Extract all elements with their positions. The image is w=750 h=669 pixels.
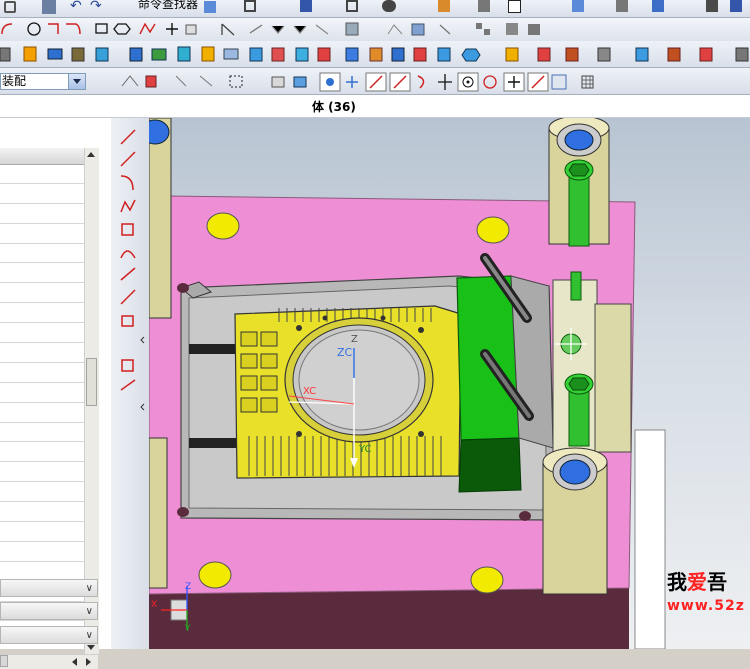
navigator-row[interactable] (0, 283, 84, 304)
assembly-navigator: ∨ ∨ ∨ (0, 118, 112, 669)
navigator-row[interactable] (0, 482, 84, 503)
chevron-down-icon[interactable]: ∨ (86, 583, 93, 594)
line-tool-icon[interactable] (120, 126, 138, 144)
navigator-row[interactable] (0, 244, 84, 264)
navigator-horizontal-scrollbar[interactable] (0, 654, 98, 669)
graphics-viewport[interactable]: ZC Z XC YC X Y Z (149, 118, 750, 649)
watermark-logo: 我爱吾 (667, 566, 727, 595)
triad-x-label: X (151, 600, 158, 610)
chevron-down-icon[interactable]: ∨ (86, 606, 93, 617)
navigator-row[interactable] (0, 462, 84, 483)
navigator-row[interactable] (0, 343, 84, 363)
wcs-z-label: Z (351, 334, 358, 345)
watermark-text-b: 爱 (687, 570, 707, 594)
vertical-curve-toolbar (111, 118, 150, 649)
navigator-row[interactable] (0, 303, 84, 324)
style-icon[interactable] (478, 0, 490, 12)
snap-icon[interactable] (244, 0, 256, 12)
spline-icon[interactable] (120, 196, 138, 214)
offset-curve-icon[interactable] (120, 266, 138, 284)
navigator-row[interactable] (0, 423, 84, 443)
chevron-down-icon[interactable]: ∨ (86, 630, 93, 641)
navigator-section-bar-1[interactable]: ∨ (0, 579, 98, 597)
fillet-icon[interactable] (120, 244, 138, 262)
navigator-row[interactable] (0, 502, 84, 523)
table-icon[interactable] (616, 0, 628, 12)
toolbar-row-selection: 装配 (0, 68, 750, 95)
navigator-row[interactable] (0, 323, 84, 344)
scroll-right-icon[interactable] (86, 658, 91, 666)
bridge-curve-icon[interactable] (120, 312, 138, 330)
triad-z-label: Z (185, 582, 192, 592)
analysis-icon[interactable] (652, 0, 664, 12)
toolbar-row-curve (0, 18, 750, 42)
wcs-zc-label: ZC (337, 346, 353, 359)
navigator-row[interactable] (0, 522, 84, 542)
navigator-row[interactable] (0, 363, 84, 383)
line-icon[interactable] (120, 148, 138, 166)
navigator-row[interactable] (0, 164, 84, 184)
measure-icon[interactable] (706, 0, 718, 12)
watermark-text-c: 吾 (707, 570, 727, 594)
info-icon[interactable] (730, 0, 742, 12)
orient-icon[interactable] (438, 0, 450, 12)
graphics-window-titlebar: 体 (36) (0, 95, 750, 118)
navigator-row[interactable] (0, 442, 84, 463)
extract-curve-icon[interactable] (120, 356, 138, 374)
navigator-row[interactable] (0, 263, 84, 284)
scroll-left-icon[interactable] (72, 658, 77, 666)
navigator-scroll-thumb[interactable] (86, 358, 97, 406)
scroll-up-icon[interactable] (87, 152, 95, 157)
wcs-yc-label: YC (359, 444, 372, 455)
navigator-section-bar-2[interactable]: ∨ (0, 602, 98, 620)
render-icon[interactable] (382, 0, 396, 12)
rectangle-icon[interactable] (120, 220, 138, 238)
navigator-hscroll-thumb[interactable] (0, 655, 8, 667)
scroll-down-icon[interactable] (87, 645, 95, 650)
navigator-row[interactable] (0, 204, 84, 224)
watermark-text-a: 我 (667, 570, 687, 594)
layer-icon[interactable] (300, 0, 312, 12)
redo-icon[interactable]: ↷ (90, 0, 106, 16)
project-curve-icon[interactable] (120, 288, 138, 306)
select-icon[interactable] (204, 1, 216, 13)
navigator-row[interactable] (0, 403, 84, 423)
intersect-curve-icon[interactable] (120, 378, 138, 396)
wcs-icon[interactable] (572, 0, 584, 12)
grid-icon[interactable] (346, 0, 358, 12)
navigator-row[interactable] (0, 224, 84, 244)
navigator-section-bar-3[interactable]: ∨ (0, 626, 98, 644)
arc-icon[interactable] (120, 172, 138, 190)
triad-y-label: Y (185, 624, 191, 634)
navigator-row[interactable] (0, 542, 84, 562)
command-finder-button[interactable]: 命令查找器 (138, 0, 198, 12)
toolbar-row-mold (0, 41, 750, 68)
wcs-xc-label: XC (303, 386, 317, 397)
watermark-url: www.52z (667, 598, 745, 614)
navigator-row[interactable] (0, 383, 84, 403)
navigator-column-header[interactable] (0, 148, 84, 165)
graphics-window-title: 体 (36) (312, 100, 356, 114)
box-icon[interactable] (508, 0, 521, 13)
save-icon[interactable] (4, 1, 16, 13)
undo-icon[interactable]: ↶ (70, 0, 86, 16)
copy-icon[interactable] (42, 0, 56, 14)
navigator-row[interactable] (0, 184, 84, 204)
toolbar-row-1: ↶ ↷ 命令查找器 (0, 0, 750, 18)
